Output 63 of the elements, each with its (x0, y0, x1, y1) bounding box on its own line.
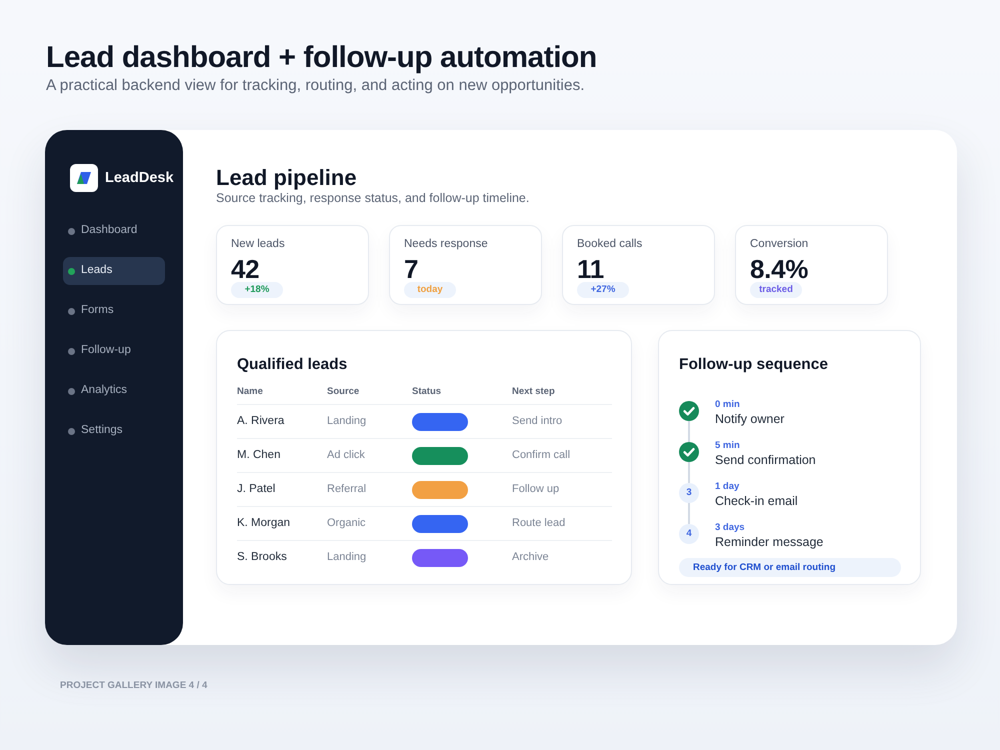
stat-value: 7 (404, 256, 418, 282)
stat-badge: tracked (750, 282, 802, 298)
sidebar-nav-item[interactable]: Forms (63, 297, 165, 325)
nav-dot-icon (68, 348, 75, 354)
sidebar-nav-item[interactable]: Settings (63, 417, 165, 445)
nav-dot-icon (68, 268, 75, 274)
nav-dot-icon (68, 228, 75, 234)
step-number: 4 (679, 524, 699, 544)
table-cell-text: Archive (512, 550, 549, 566)
step-title: Check-in email (715, 493, 798, 509)
table-cell-text: Landing (327, 414, 366, 430)
sidebar-nav-item[interactable]: Dashboard (63, 217, 165, 245)
step-title: Notify owner (715, 411, 784, 427)
brand-name: LeadDesk (105, 169, 174, 187)
table-cell-text: Referral (327, 482, 366, 498)
stat-label: Needs response (404, 237, 489, 251)
table-cell-text: Follow up (512, 482, 560, 498)
gallery-caption: PROJECT GALLERY IMAGE 4 / 4 (60, 680, 208, 692)
step-delay: 1 day (715, 481, 740, 493)
card-title: Follow-up sequence (679, 355, 829, 375)
step-delay: 5 min (715, 440, 740, 452)
table-cell-text: Organic (327, 516, 366, 532)
table-cell-text: A. Rivera (237, 414, 284, 429)
step-delay: 0 min (715, 399, 740, 411)
stat-label: Conversion (750, 237, 810, 251)
step-delay: 3 days (715, 522, 745, 534)
table-cell-text: Ad click (327, 448, 365, 464)
stat-value: 42 (231, 256, 260, 282)
table-cell-text: K. Morgan (237, 516, 290, 531)
step-title: Send confirmation (715, 452, 816, 468)
nav-dot-icon (68, 388, 75, 394)
table-cell-text: J. Patel (237, 482, 276, 497)
page-subtitle: A practical backend view for tracking, routing, and acting on new opportunities. (46, 76, 586, 96)
step-number: 3 (679, 483, 699, 503)
stat-label: New leads (231, 237, 286, 251)
nav-dot-icon (68, 428, 75, 434)
sidebar-nav-item[interactable]: Leads (63, 257, 165, 285)
section-subtitle: Source tracking, response status, and follow-up timeline. (216, 191, 530, 206)
column-header: Next step (512, 385, 555, 400)
sidebar-nav-item[interactable]: Follow-up (63, 337, 165, 365)
nav-dot-icon (68, 308, 75, 314)
page-title: Lead dashboard + follow-up automation (46, 40, 598, 76)
stat-badge: today (404, 282, 456, 298)
section-title: Lead pipeline (216, 165, 358, 191)
stat-value: 8.4% (750, 256, 808, 282)
column-header: Source (327, 385, 360, 400)
table-cell-text: S. Brooks (237, 550, 287, 565)
sidebar-nav-item[interactable]: Analytics (63, 377, 165, 405)
column-header: Status (412, 385, 442, 400)
step-title: Reminder message (715, 534, 824, 550)
column-header: Name (237, 385, 263, 400)
stat-badge: +27% (577, 282, 629, 298)
card-title: Qualified leads (237, 355, 348, 375)
logo-icon (70, 164, 98, 192)
stat-badge: +18% (231, 282, 283, 298)
stat-label: Booked calls (577, 237, 644, 251)
table-cell-text: M. Chen (237, 448, 280, 463)
table-cell-text: Send intro (512, 414, 562, 430)
stat-value: 11 (577, 256, 604, 282)
table-cell-text: Confirm call (512, 448, 570, 464)
table-cell-text: Landing (327, 550, 366, 566)
table-cell-text: Route lead (512, 516, 566, 532)
routing-note: Ready for CRM or email routing (679, 558, 901, 577)
